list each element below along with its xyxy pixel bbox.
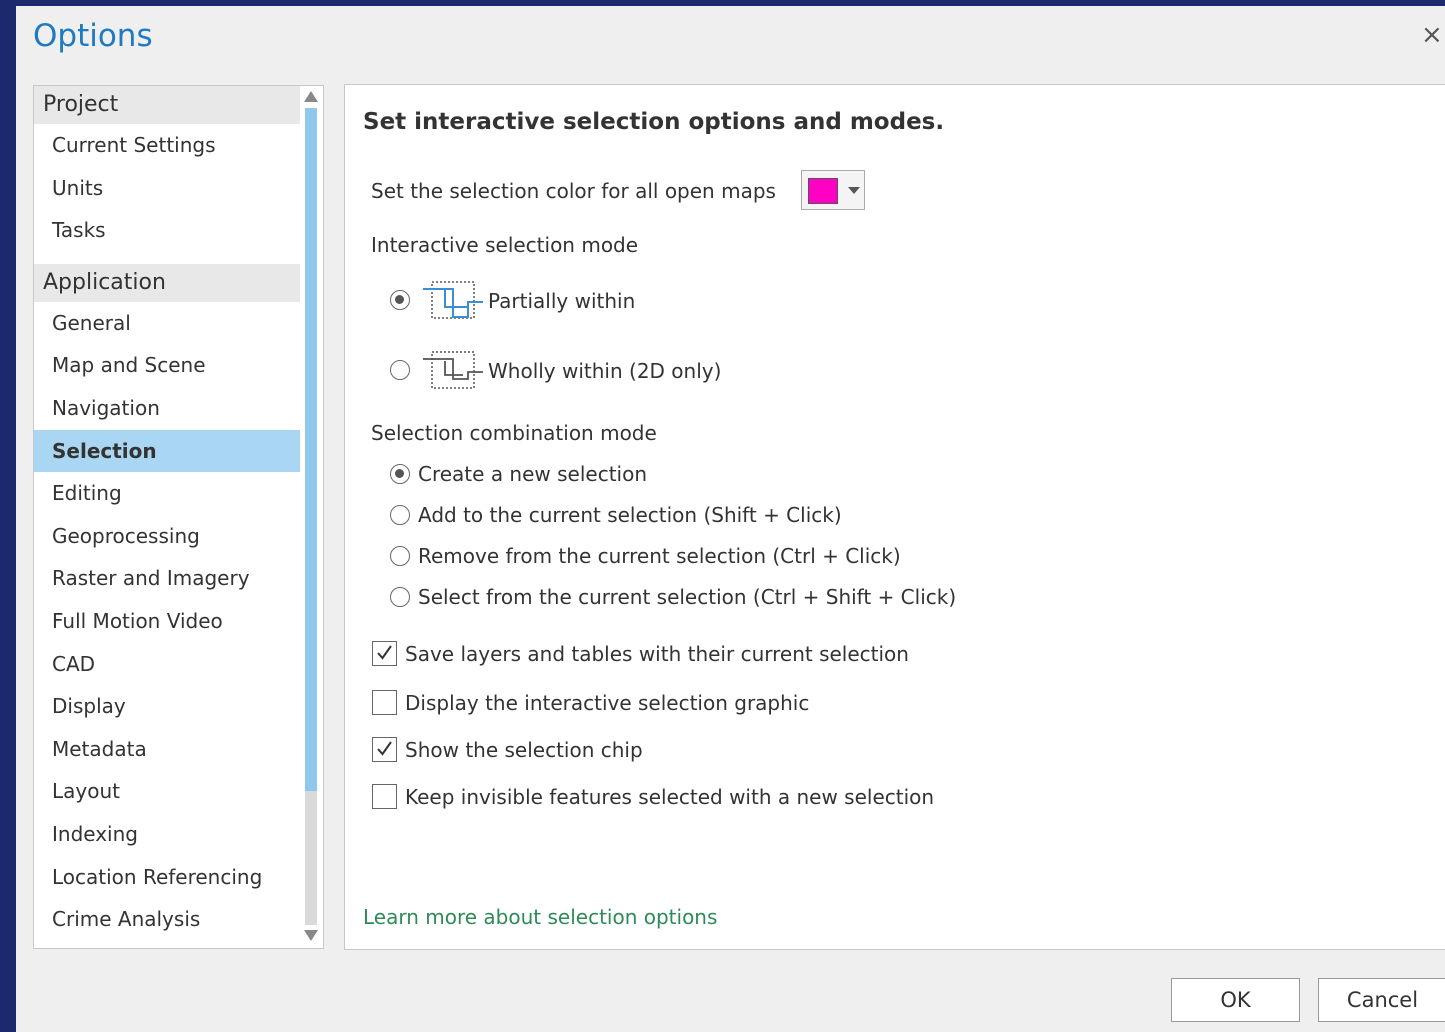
radio-remove-from-selection[interactable] — [390, 546, 410, 566]
nav-item-units[interactable]: Units — [34, 167, 300, 210]
nav-item-layout[interactable]: Layout — [34, 770, 300, 813]
checkbox-keep-invisible-features[interactable] — [372, 784, 397, 809]
wholly-within-label: Wholly within (2D only) — [488, 359, 722, 383]
radio-select-from-selection[interactable] — [390, 587, 410, 607]
radio-create-new-selection[interactable] — [390, 464, 410, 484]
nav-item-navigation[interactable]: Navigation — [34, 387, 300, 430]
options-nav: Project Current Settings Units Tasks App… — [33, 85, 324, 949]
nav-item-geoprocessing[interactable]: Geoprocessing — [34, 515, 300, 558]
display-selection-graphic-label: Display the interactive selection graphi… — [405, 691, 810, 715]
keep-invisible-features-label: Keep invisible features selected with a … — [405, 785, 935, 809]
checkbox-show-selection-chip[interactable] — [372, 737, 397, 762]
nav-item-tasks[interactable]: Tasks — [34, 209, 300, 252]
wholly-within-icon — [423, 351, 483, 389]
chevron-down-icon — [848, 187, 860, 194]
nav-item-location-referencing[interactable]: Location Referencing — [34, 856, 300, 899]
interactive-mode-label: Interactive selection mode — [371, 233, 639, 257]
dialog-title: Options — [33, 18, 153, 54]
radio-partially-within[interactable] — [390, 290, 410, 310]
scroll-down-arrow-icon[interactable] — [304, 930, 318, 941]
nav-scrollbar[interactable] — [301, 86, 321, 948]
nav-group-project: Project — [34, 86, 300, 124]
cancel-button[interactable]: Cancel — [1318, 978, 1445, 1022]
nav-item-full-motion-video[interactable]: Full Motion Video — [34, 600, 300, 643]
checkbox-display-selection-graphic[interactable] — [372, 690, 397, 715]
nav-item-map-and-scene[interactable]: Map and Scene — [34, 344, 300, 387]
selection-color-label: Set the selection color for all open map… — [371, 179, 776, 203]
selection-options-panel: Set interactive selection options and mo… — [344, 84, 1445, 950]
selection-color-picker[interactable] — [801, 170, 865, 210]
panel-heading: Set interactive selection options and mo… — [363, 109, 945, 135]
select-from-selection-label: Select from the current selection (Ctrl … — [418, 585, 957, 609]
nav-item-raster-and-imagery[interactable]: Raster and Imagery — [34, 557, 300, 600]
save-layers-selection-label: Save layers and tables with their curren… — [405, 642, 909, 666]
nav-group-application: Application — [34, 263, 300, 302]
radio-add-to-selection[interactable] — [390, 505, 410, 525]
selection-color-swatch — [808, 178, 838, 204]
nav-gap — [34, 252, 323, 264]
checkbox-save-layers-selection[interactable] — [372, 641, 397, 666]
partially-within-icon — [423, 281, 483, 319]
add-to-selection-label: Add to the current selection (Shift + Cl… — [418, 503, 842, 527]
options-dialog: Options × Project Current Settings Units… — [16, 6, 1445, 1032]
partially-within-label: Partially within — [488, 289, 636, 313]
checkmark-icon — [377, 645, 392, 660]
show-selection-chip-label: Show the selection chip — [405, 738, 643, 762]
scroll-thumb[interactable] — [305, 108, 317, 791]
nav-item-display[interactable]: Display — [34, 685, 300, 728]
create-new-selection-label: Create a new selection — [418, 462, 648, 486]
nav-item-indexing[interactable]: Indexing — [34, 813, 300, 856]
close-icon[interactable]: × — [1421, 18, 1445, 52]
nav-item-current-settings[interactable]: Current Settings — [34, 124, 300, 167]
scroll-track-rest[interactable] — [305, 791, 317, 925]
remove-from-selection-label: Remove from the current selection (Ctrl … — [418, 544, 901, 568]
radio-wholly-within[interactable] — [390, 360, 410, 380]
nav-item-cad[interactable]: CAD — [34, 643, 300, 686]
nav-item-selection[interactable]: Selection — [34, 429, 300, 473]
nav-item-general[interactable]: General — [34, 302, 300, 345]
combination-mode-label: Selection combination mode — [371, 421, 657, 445]
learn-more-link[interactable]: Learn more about selection options — [363, 905, 717, 929]
nav-item-editing[interactable]: Editing — [34, 472, 300, 515]
nav-item-crime-analysis[interactable]: Crime Analysis — [34, 898, 300, 941]
ok-button[interactable]: OK — [1171, 978, 1300, 1022]
nav-item-metadata[interactable]: Metadata — [34, 728, 300, 771]
scroll-up-arrow-icon[interactable] — [304, 91, 318, 102]
checkmark-icon — [377, 741, 392, 756]
